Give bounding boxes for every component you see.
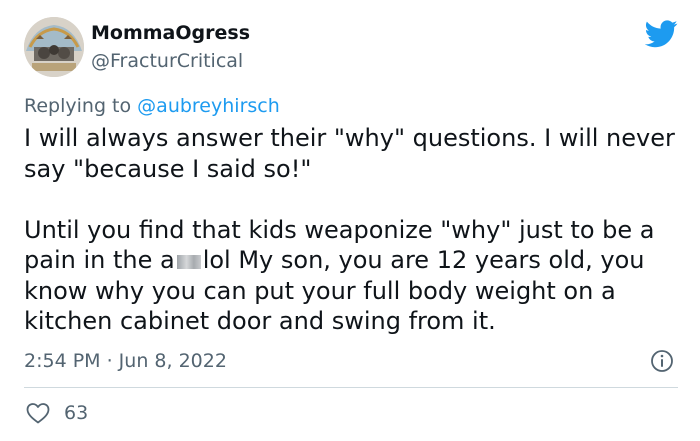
tweet-text: I will always answer their "why" questio… bbox=[24, 123, 694, 337]
avatar-image bbox=[24, 17, 84, 77]
display-name[interactable]: MommaOgress bbox=[91, 22, 250, 44]
reply-context: Replying to @aubreyhirsch bbox=[24, 95, 280, 117]
tweet-card: MommaOgress @FracturCritical Replying to… bbox=[0, 0, 700, 441]
reply-mention-link[interactable]: @aubreyhirsch bbox=[137, 95, 280, 117]
user-handle[interactable]: @FracturCritical bbox=[91, 50, 243, 72]
reply-prefix: Replying to bbox=[24, 95, 132, 117]
censored-word bbox=[176, 255, 201, 269]
info-icon[interactable] bbox=[650, 349, 674, 373]
like-count[interactable]: 63 bbox=[64, 402, 88, 424]
tweet-timestamp[interactable]: 2:54 PM · Jun 8, 2022 bbox=[24, 350, 227, 372]
divider bbox=[24, 387, 678, 388]
twitter-bird-icon[interactable] bbox=[645, 20, 678, 48]
heart-icon[interactable] bbox=[26, 402, 50, 424]
avatar[interactable] bbox=[24, 17, 84, 77]
tweet-paragraph-2: Until you find that kids weaponize "why"… bbox=[24, 215, 694, 337]
tweet-paragraph-1: I will always answer their "why" questio… bbox=[24, 124, 675, 183]
